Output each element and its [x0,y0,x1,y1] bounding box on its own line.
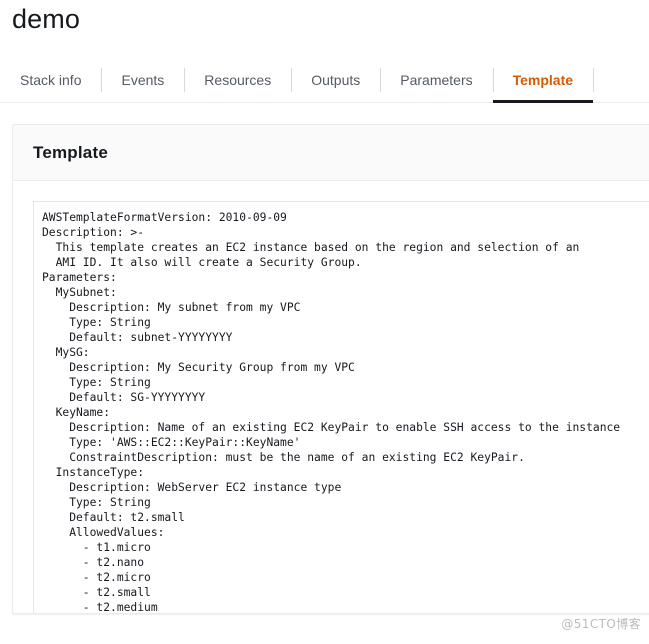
tab-events[interactable]: Events [101,58,184,102]
tab-label: Template [512,72,574,88]
template-code-text: AWSTemplateFormatVersion: 2010-09-09 Des… [42,211,621,613]
tab-label: Parameters [400,72,473,88]
template-card: Template AWSTemplateFormatVersion: 2010-… [12,124,649,614]
tab-resources[interactable]: Resources [184,58,291,102]
tab-label: Events [121,72,165,88]
tab-label: Resources [204,72,272,88]
card-title: Template [33,142,108,162]
card-header: Template [13,125,649,181]
watermark: @51CTO博客 [561,617,641,631]
tab-parameters[interactable]: Parameters [380,58,492,102]
tab-stack-info[interactable]: Stack info [0,58,101,102]
tab-template[interactable]: Template [492,58,594,103]
tab-label: Stack info [20,72,82,88]
tab-outputs[interactable]: Outputs [291,58,380,102]
tab-bar: Stack info Events Resources Outputs Para… [0,58,649,103]
page-title: demo [12,4,80,34]
card-body: AWSTemplateFormatVersion: 2010-09-09 Des… [13,181,649,613]
tab-label: Outputs [311,72,361,88]
template-code-block[interactable]: AWSTemplateFormatVersion: 2010-09-09 Des… [33,201,649,613]
tab-overflow-clipped[interactable] [593,58,607,102]
stack-detail-page: demo Stack info Events Resources Outputs… [0,0,649,644]
